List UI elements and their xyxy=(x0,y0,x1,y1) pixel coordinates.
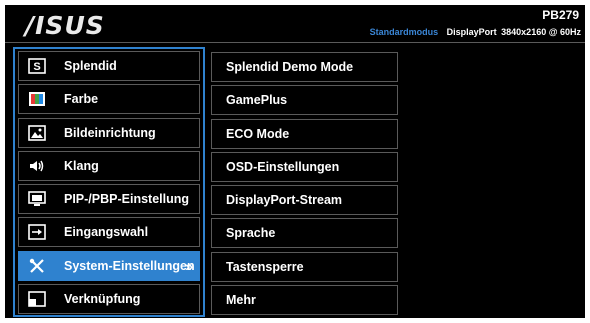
menu-item-splendid[interactable]: S Splendid xyxy=(18,51,200,81)
submenu-item-displayport-stream[interactable]: DisplayPort-Stream xyxy=(211,185,398,216)
asus-logo: /ISUS xyxy=(25,11,105,40)
main-menu: S Splendid Farbe Bildeinrichtung Klang P… xyxy=(13,47,205,317)
submenu-item-gameplus[interactable]: GamePlus xyxy=(211,85,398,116)
shortcut-icon xyxy=(28,291,46,307)
chevron-right-icon: » xyxy=(185,257,193,274)
menu-item-farbe[interactable]: Farbe xyxy=(18,84,200,115)
menu-item-label: PIP-/PBP-Einstellung xyxy=(64,192,190,207)
submenu-item-tastensperre[interactable]: Tastensperre xyxy=(211,251,398,282)
splendid-icon: S xyxy=(28,58,46,74)
input-icon xyxy=(28,224,46,241)
status-mode: Standardmodus xyxy=(369,27,439,37)
menu-item-label: Farbe xyxy=(64,92,99,107)
submenu-item-osd-einstellungen[interactable]: OSD-Einstellungen xyxy=(211,151,398,182)
osd-window: /ISUS PB279 Standardmodus DisplayPort 38… xyxy=(5,5,585,318)
speaker-icon xyxy=(28,158,46,174)
menu-item-label: System-Einstellungen xyxy=(64,258,195,273)
menu-item-system-einstellungen[interactable]: System-Einstellungen » xyxy=(18,250,200,281)
menu-item-label: Eingangswahl xyxy=(64,225,149,240)
wrench-icon xyxy=(28,258,46,274)
submenu-item-eco-mode[interactable]: ECO Mode xyxy=(211,118,398,149)
svg-text:S: S xyxy=(33,61,40,73)
pip-icon xyxy=(28,191,46,207)
submenu-item-sprache[interactable]: Sprache xyxy=(211,218,398,249)
status-bar: Standardmodus DisplayPort 3840x2160 @ 60… xyxy=(370,27,581,37)
menu-item-verknuepfung[interactable]: Verknüpfung xyxy=(18,284,200,315)
status-input: DisplayPort xyxy=(446,27,497,37)
monitor-model: PB279 xyxy=(542,8,579,22)
header-divider xyxy=(5,42,585,43)
menu-item-klang[interactable]: Klang xyxy=(18,150,200,181)
submenu-item-mehr[interactable]: Mehr xyxy=(211,285,398,316)
submenu: Splendid Demo Mode GamePlus ECO Mode OSD… xyxy=(211,52,398,318)
submenu-item-splendid-demo-mode[interactable]: Splendid Demo Mode xyxy=(211,52,398,82)
menu-item-bildeinrichtung[interactable]: Bildeinrichtung xyxy=(18,117,200,148)
menu-item-label: Verknüpfung xyxy=(64,292,141,307)
menu-item-label: Splendid xyxy=(64,59,117,73)
status-resolution: 3840x2160 @ 60Hz xyxy=(501,27,581,37)
menu-item-label: Klang xyxy=(64,158,99,173)
menu-item-eingangswahl[interactable]: Eingangswahl xyxy=(18,217,200,248)
image-icon xyxy=(28,124,46,141)
menu-item-label: Bildeinrichtung xyxy=(64,125,156,140)
color-icon xyxy=(28,91,46,107)
menu-item-pip[interactable]: PIP-/PBP-Einstellung xyxy=(18,184,200,215)
